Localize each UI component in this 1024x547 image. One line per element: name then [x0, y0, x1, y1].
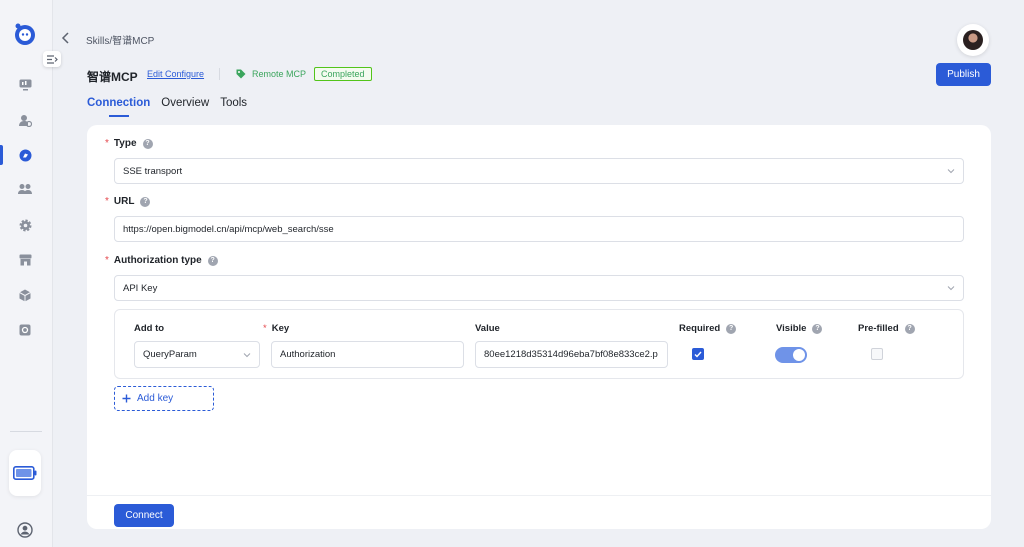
check-icon [694, 351, 702, 358]
nav-skills[interactable] [0, 144, 36, 166]
prefilled-header: Pre-filled? [858, 323, 915, 334]
required-header-text: Required [679, 323, 721, 334]
page-title: 智谱MCP [87, 70, 138, 84]
chevron-down-icon [947, 286, 955, 291]
auth-type-select[interactable]: API Key [114, 275, 964, 301]
value-header: Value [475, 323, 500, 334]
visible-toggle[interactable] [775, 347, 807, 363]
connection-form: * Type ? SSE transport * URL ? https://o… [87, 125, 991, 529]
help-icon[interactable]: ? [904, 323, 915, 334]
auth-type-value: API Key [123, 282, 158, 294]
box-icon [19, 289, 31, 301]
nav-users[interactable] [14, 109, 36, 131]
help-icon[interactable]: ? [140, 196, 151, 207]
monitor-icon [19, 79, 31, 91]
prefilled-checkbox[interactable] [871, 348, 883, 360]
collapse-sidebar-icon [46, 54, 58, 64]
visible-header: Visible? [776, 323, 823, 334]
type-tag: Remote MCP [236, 69, 306, 79]
team-icon [18, 184, 32, 194]
add-to-header: Add to [134, 323, 165, 334]
sidebar [0, 0, 53, 547]
connect-button[interactable]: Connect [114, 504, 174, 527]
visible-header-text: Visible [776, 323, 807, 334]
battery-icon [13, 466, 37, 480]
required-mark: * [263, 323, 267, 334]
tab-bar: Connection Overview Tools [87, 97, 247, 117]
url-label: * URL ? [105, 196, 151, 207]
header-divider [219, 68, 220, 80]
key-header-text: Key [271, 323, 290, 334]
nav-config[interactable] [14, 319, 36, 341]
status-badge: Completed [314, 67, 372, 81]
nav-dashboard[interactable] [14, 74, 36, 96]
tab-tools[interactable]: Tools [220, 97, 247, 109]
sidebar-divider [10, 431, 42, 432]
user-settings-icon [18, 114, 32, 127]
auth-type-label: * Authorization type ? [105, 255, 218, 266]
edit-configure-link[interactable]: Edit Configure [147, 69, 204, 79]
publish-button[interactable]: Publish [936, 63, 991, 86]
required-header: Required? [679, 323, 737, 334]
type-label: * Type ? [105, 138, 153, 149]
collapse-sidebar-button[interactable] [43, 51, 61, 67]
breadcrumb[interactable]: Skills/智谱MCP [86, 32, 154, 47]
tag-icon [236, 69, 246, 79]
gear-icon [19, 219, 31, 231]
key-value-table: Add to * Key Value Required? Visible? Pre… [114, 309, 964, 379]
tab-overview[interactable]: Overview [161, 97, 209, 109]
key-header: * Key [263, 323, 289, 334]
user-circle-icon[interactable] [17, 522, 33, 538]
prefilled-header-text: Pre-filled [858, 323, 899, 334]
type-select-value: SSE transport [123, 165, 183, 177]
add-key-label: Add key [137, 393, 174, 404]
avatar-image [963, 30, 983, 50]
help-icon[interactable]: ? [207, 255, 218, 266]
skills-icon [19, 149, 31, 161]
required-mark: * [105, 138, 109, 149]
auth-type-label-text: Authorization type [113, 255, 202, 266]
nav-packages[interactable] [14, 284, 36, 306]
add-to-select[interactable]: QueryParam [134, 341, 260, 368]
logo-icon[interactable] [13, 22, 37, 46]
type-select[interactable]: SSE transport [114, 158, 964, 184]
nav-store[interactable] [14, 249, 36, 271]
store-icon [19, 254, 31, 266]
plus-icon [122, 394, 131, 403]
add-to-value: QueryParam [143, 349, 197, 360]
value-input[interactable]: 80ee1218d35314d96eba7bf08e833ce2.p [475, 341, 668, 368]
required-mark: * [105, 255, 109, 266]
help-icon[interactable]: ? [812, 323, 823, 334]
chevron-down-icon [243, 353, 251, 358]
key-input[interactable]: Authorization [271, 341, 464, 368]
url-label-text: URL [113, 196, 135, 207]
avatar[interactable] [957, 24, 989, 56]
type-label-text: Type [113, 138, 137, 149]
required-mark: * [105, 196, 109, 207]
nav-team[interactable] [14, 178, 36, 200]
back-arrow-icon[interactable] [60, 31, 72, 45]
tab-connection[interactable]: Connection [87, 97, 150, 117]
settings-square-icon [19, 324, 31, 336]
help-icon[interactable]: ? [142, 138, 153, 149]
url-input[interactable]: https://open.bigmodel.cn/api/mcp/web_sea… [114, 216, 964, 242]
add-key-button[interactable]: Add key [114, 386, 214, 411]
required-checkbox[interactable] [692, 348, 704, 360]
chevron-down-icon [947, 169, 955, 174]
help-icon[interactable]: ? [726, 323, 737, 334]
form-footer: Connect [87, 495, 991, 529]
battery-widget[interactable] [9, 450, 41, 496]
nav-settings[interactable] [14, 214, 36, 236]
type-tag-label: Remote MCP [252, 69, 307, 79]
